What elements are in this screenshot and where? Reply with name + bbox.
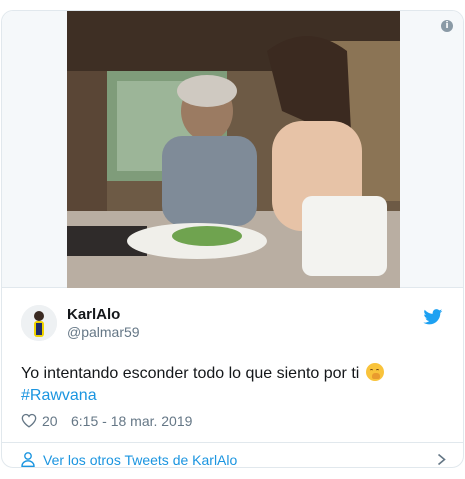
divider	[2, 442, 463, 443]
avatar[interactable]	[21, 305, 57, 341]
person-icon	[21, 452, 35, 467]
embedded-tweet-card: i KarlAlo @palmar59 Yo intentando escond…	[1, 10, 464, 468]
view-more-tweets-link[interactable]: Ver los otros Tweets de KarlAlo	[21, 450, 446, 467]
hashtag-link[interactable]: #Rawvana	[21, 387, 97, 404]
tweet-text: Yo intentando esconder todo lo que sient…	[21, 363, 441, 407]
video-thumbnail-image	[67, 11, 400, 288]
view-more-tweets-label[interactable]: Ver los otros Tweets de KarlAlo	[43, 452, 237, 467]
author-name[interactable]: KarlAlo	[67, 306, 120, 323]
face-with-hand-over-mouth-emoji	[365, 363, 384, 381]
tweet-media[interactable]: i	[2, 11, 463, 288]
tweet-timestamp[interactable]: 6:15 - 18 mar. 2019	[71, 413, 192, 429]
author-handle[interactable]: @palmar59	[67, 324, 140, 340]
heart-icon[interactable]	[21, 413, 37, 428]
tweet-body: Yo intentando esconder todo lo que sient…	[21, 365, 360, 382]
chevron-right-icon[interactable]	[437, 453, 446, 466]
twitter-bird-icon[interactable]	[423, 309, 443, 325]
info-icon[interactable]: i	[441, 20, 453, 32]
video-thumbnail[interactable]	[67, 11, 400, 288]
avatar-image	[21, 305, 57, 341]
like-count[interactable]: 20	[42, 413, 58, 429]
tweet-author[interactable]: KarlAlo @palmar59	[21, 305, 451, 341]
